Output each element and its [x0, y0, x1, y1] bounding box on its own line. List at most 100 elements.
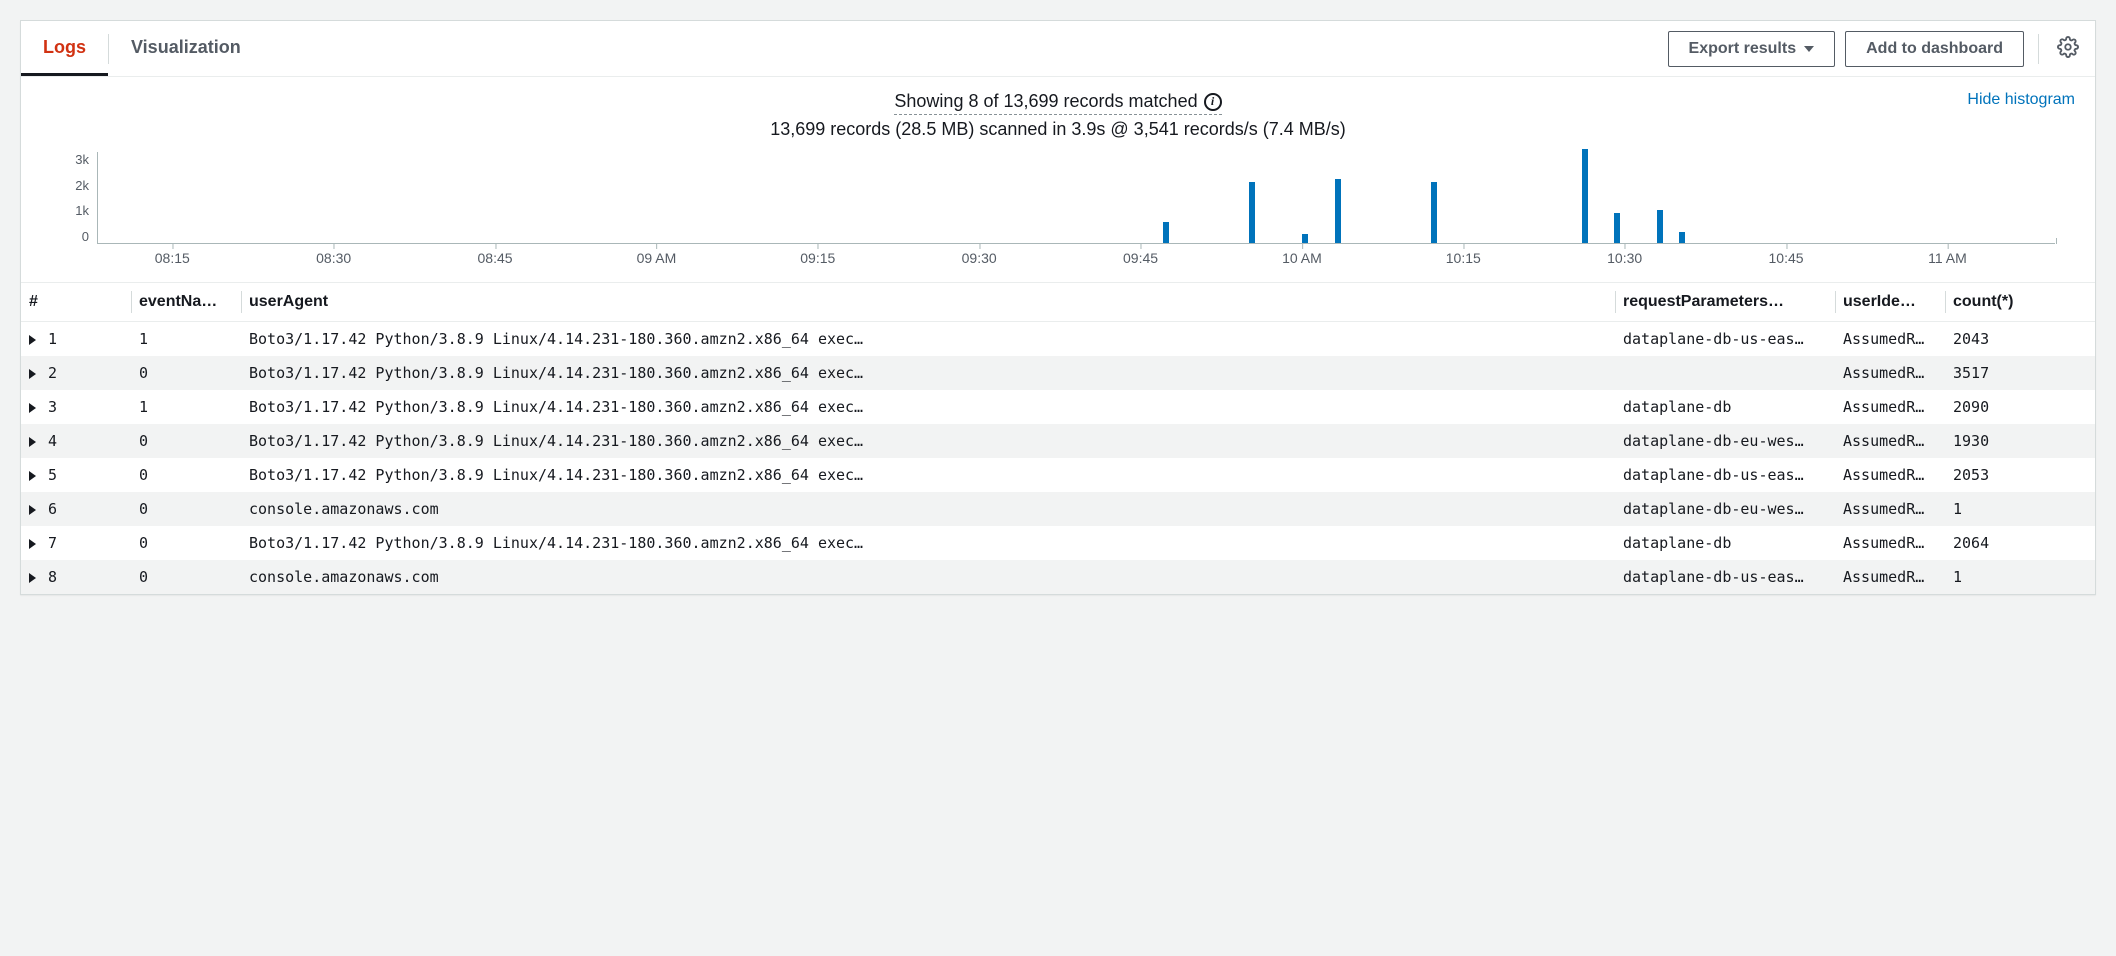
- settings-button[interactable]: [2053, 32, 2083, 65]
- table-row[interactable]: 70Boto3/1.17.42 Python/3.8.9 Linux/4.14.…: [21, 526, 2095, 560]
- y-tick: 0: [82, 229, 89, 244]
- expand-caret-icon[interactable]: [29, 505, 36, 515]
- histogram-bar[interactable]: [1163, 222, 1169, 243]
- cell-requestparameters: dataplane-db: [1615, 390, 1835, 424]
- table-row[interactable]: 31Boto3/1.17.42 Python/3.8.9 Linux/4.14.…: [21, 390, 2095, 424]
- expand-caret-icon[interactable]: [29, 539, 36, 549]
- col-count[interactable]: count(*): [1945, 283, 2095, 322]
- add-to-dashboard-button[interactable]: Add to dashboard: [1845, 31, 2024, 67]
- header-bar: Logs Visualization Export results Add to…: [21, 21, 2095, 77]
- cell-requestparameters: dataplane-db-us-eas…: [1615, 322, 1835, 357]
- histogram: 3k2k1k0 08:1508:3008:4509 AM09:1509:3009…: [21, 144, 2095, 282]
- x-tick: 10 AM: [1282, 250, 1322, 266]
- table-row[interactable]: 11Boto3/1.17.42 Python/3.8.9 Linux/4.14.…: [21, 322, 2095, 357]
- expand-caret-icon[interactable]: [29, 335, 36, 345]
- x-tick: 08:30: [316, 250, 351, 266]
- histogram-bar[interactable]: [1335, 179, 1341, 243]
- histogram-bar[interactable]: [1302, 234, 1308, 243]
- col-useridentity[interactable]: userIde…: [1835, 283, 1945, 322]
- gear-icon: [2057, 36, 2079, 58]
- tab-visualization[interactable]: Visualization: [109, 21, 263, 76]
- x-tick: 09:30: [962, 250, 997, 266]
- tab-logs[interactable]: Logs: [21, 21, 108, 76]
- tabs: Logs Visualization: [21, 21, 263, 76]
- table-row[interactable]: 60console.amazonaws.comdataplane-db-eu-w…: [21, 492, 2095, 526]
- cell-index: 4: [21, 424, 131, 458]
- cell-index: 7: [21, 526, 131, 560]
- table-row[interactable]: 40Boto3/1.17.42 Python/3.8.9 Linux/4.14.…: [21, 424, 2095, 458]
- expand-caret-icon[interactable]: [29, 471, 36, 481]
- expand-caret-icon[interactable]: [29, 403, 36, 413]
- export-results-button[interactable]: Export results: [1668, 31, 1836, 67]
- y-tick: 1k: [75, 203, 89, 218]
- export-results-label: Export results: [1689, 40, 1797, 58]
- icon-divider: [2038, 34, 2039, 64]
- cell-requestparameters: dataplane-db-us-eas…: [1615, 560, 1835, 594]
- cell-requestparameters: dataplane-db-eu-wes…: [1615, 492, 1835, 526]
- summary: Showing 8 of 13,699 records matched i 13…: [21, 77, 2095, 144]
- cell-requestparameters: dataplane-db: [1615, 526, 1835, 560]
- expand-caret-icon[interactable]: [29, 369, 36, 379]
- x-tick: 08:45: [478, 250, 513, 266]
- histogram-bar[interactable]: [1431, 182, 1437, 243]
- cell-count: 2043: [1945, 322, 2095, 357]
- cell-index: 6: [21, 492, 131, 526]
- col-requestparameters[interactable]: requestParameters…: [1615, 283, 1835, 322]
- x-axis: 08:1508:3008:4509 AM09:1509:3009:4510 AM…: [97, 244, 2055, 272]
- cell-eventname: 0: [131, 560, 241, 594]
- histogram-bar[interactable]: [1679, 232, 1685, 243]
- x-tick: 10:30: [1607, 250, 1642, 266]
- col-useragent[interactable]: userAgent: [241, 283, 1615, 322]
- expand-caret-icon[interactable]: [29, 437, 36, 447]
- cell-eventname: 0: [131, 492, 241, 526]
- histogram-bar[interactable]: [1657, 210, 1663, 243]
- table-header-row: # eventNa… userAgent requestParameters… …: [21, 283, 2095, 322]
- results-table: # eventNa… userAgent requestParameters… …: [21, 282, 2095, 594]
- cell-useragent: Boto3/1.17.42 Python/3.8.9 Linux/4.14.23…: [241, 322, 1615, 357]
- summary-matched: Showing 8 of 13,699 records matched i: [894, 91, 1221, 115]
- tab-visualization-label: Visualization: [131, 37, 241, 58]
- summary-matched-text: Showing 8 of 13,699 records matched: [894, 91, 1197, 112]
- cell-eventname: 1: [131, 322, 241, 357]
- histogram-bar[interactable]: [1249, 182, 1255, 243]
- cell-index: 3: [21, 390, 131, 424]
- plot-area[interactable]: [97, 152, 2055, 244]
- histogram-bar[interactable]: [1614, 213, 1620, 243]
- cell-count: 2064: [1945, 526, 2095, 560]
- expand-caret-icon[interactable]: [29, 573, 36, 583]
- x-tick: 08:15: [155, 250, 190, 266]
- cell-eventname: 0: [131, 356, 241, 390]
- cell-count: 3517: [1945, 356, 2095, 390]
- col-eventname[interactable]: eventNa…: [131, 283, 241, 322]
- cell-eventname: 0: [131, 424, 241, 458]
- hide-histogram-link[interactable]: Hide histogram: [1967, 91, 2075, 109]
- cell-useridentity: AssumedR…: [1835, 526, 1945, 560]
- histogram-bar[interactable]: [1582, 149, 1588, 243]
- cell-useridentity: AssumedR…: [1835, 458, 1945, 492]
- col-index[interactable]: #: [21, 283, 131, 322]
- table-body: 11Boto3/1.17.42 Python/3.8.9 Linux/4.14.…: [21, 322, 2095, 595]
- info-icon[interactable]: i: [1204, 93, 1222, 111]
- cell-useragent: Boto3/1.17.42 Python/3.8.9 Linux/4.14.23…: [241, 526, 1615, 560]
- cell-index: 2: [21, 356, 131, 390]
- y-tick: 2k: [75, 178, 89, 193]
- x-tick: 09 AM: [637, 250, 677, 266]
- cell-useragent: console.amazonaws.com: [241, 492, 1615, 526]
- x-tick: 10:15: [1446, 250, 1481, 266]
- y-tick: 3k: [75, 152, 89, 167]
- cell-requestparameters: dataplane-db-eu-wes…: [1615, 424, 1835, 458]
- cell-useragent: Boto3/1.17.42 Python/3.8.9 Linux/4.14.23…: [241, 390, 1615, 424]
- cell-useragent: Boto3/1.17.42 Python/3.8.9 Linux/4.14.23…: [241, 424, 1615, 458]
- table-row[interactable]: 20Boto3/1.17.42 Python/3.8.9 Linux/4.14.…: [21, 356, 2095, 390]
- table-row[interactable]: 80console.amazonaws.comdataplane-db-us-e…: [21, 560, 2095, 594]
- cell-count: 1: [1945, 492, 2095, 526]
- x-tick: 09:45: [1123, 250, 1158, 266]
- table-row[interactable]: 50Boto3/1.17.42 Python/3.8.9 Linux/4.14.…: [21, 458, 2095, 492]
- summary-scanned: 13,699 records (28.5 MB) scanned in 3.9s…: [37, 119, 2079, 140]
- add-to-dashboard-label: Add to dashboard: [1866, 40, 2003, 58]
- y-axis: 3k 2k 1k 0: [61, 152, 97, 244]
- results-panel: Logs Visualization Export results Add to…: [20, 20, 2096, 595]
- caret-down-icon: [1804, 46, 1814, 52]
- x-tick: 11 AM: [1928, 250, 1967, 266]
- cell-count: 2090: [1945, 390, 2095, 424]
